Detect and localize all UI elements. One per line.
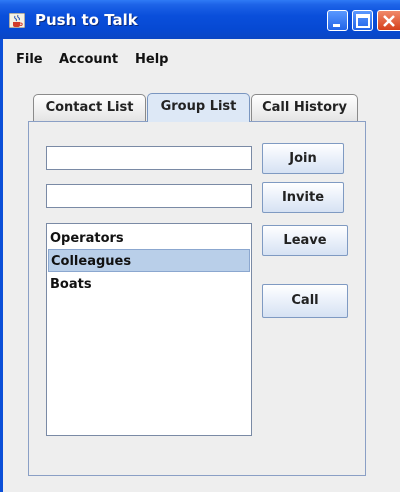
java-cup-icon (8, 12, 26, 29)
minimize-icon (333, 24, 340, 27)
menu-bar: File Account Help (3, 39, 400, 75)
list-item-selected[interactable]: Colleagues (48, 249, 250, 272)
close-button[interactable] (377, 10, 400, 31)
maximize-button[interactable] (352, 10, 373, 31)
close-icon (383, 15, 395, 27)
menu-file[interactable]: File (16, 52, 43, 67)
call-button[interactable]: Call (262, 284, 348, 318)
tab-group-list[interactable]: Group List (147, 93, 250, 122)
list-item[interactable]: Operators (48, 227, 250, 250)
join-button[interactable]: Join (262, 143, 344, 174)
leave-button[interactable]: Leave (262, 225, 348, 256)
title-bar[interactable]: Push to Talk (0, 0, 400, 39)
list-item[interactable]: Boats (48, 273, 250, 296)
maximize-icon (356, 14, 370, 28)
invite-button[interactable]: Invite (262, 182, 344, 213)
menu-help[interactable]: Help (135, 52, 168, 67)
tab-call-history[interactable]: Call History (251, 94, 358, 121)
tab-contact-list[interactable]: Contact List (33, 94, 146, 121)
group-list[interactable]: Operators Colleagues Boats (46, 223, 252, 436)
window-title: Push to Talk (35, 11, 138, 29)
menu-account[interactable]: Account (59, 52, 118, 67)
group-name-input[interactable] (46, 146, 252, 170)
invite-contact-input[interactable] (46, 184, 252, 208)
app-window: Push to Talk File Account Help Contact L… (0, 0, 400, 492)
minimize-button[interactable] (327, 10, 348, 31)
